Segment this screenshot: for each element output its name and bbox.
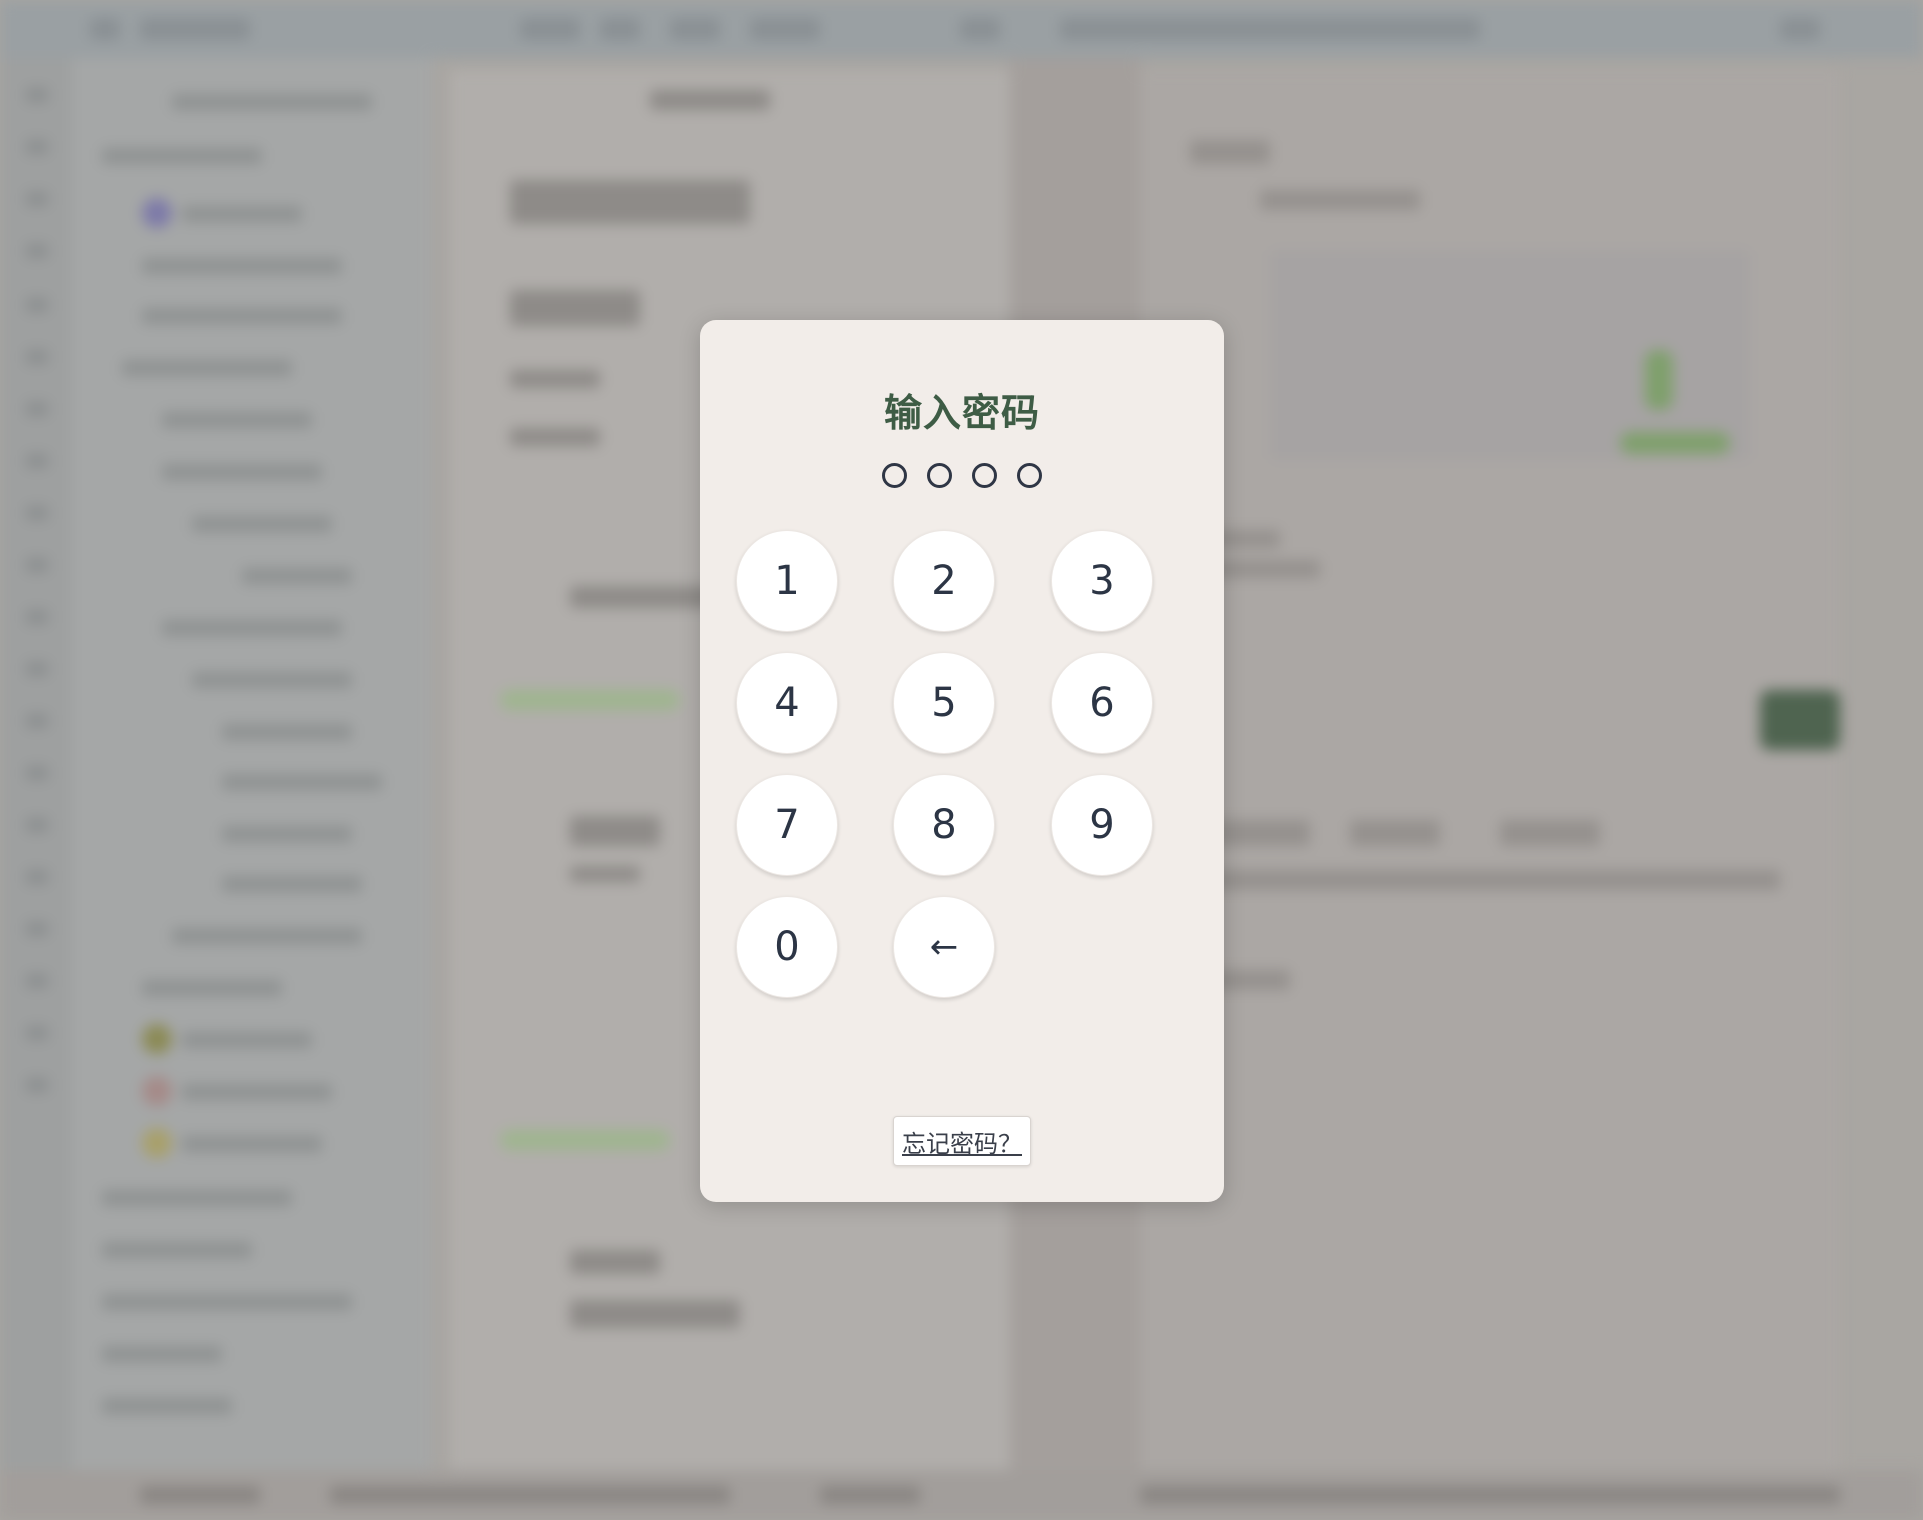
key-8[interactable]: 8: [893, 774, 995, 876]
password-dialog: 输入密码 1 2 3 4 5 6 7 8 9 0 ← 忘记密码？: [700, 320, 1224, 1202]
pin-dot: [972, 463, 997, 488]
key-2[interactable]: 2: [893, 530, 995, 632]
background-statusbar: [0, 1470, 1923, 1520]
background-detail-panel: [1140, 70, 1840, 1490]
key-6[interactable]: 6: [1051, 652, 1153, 754]
pin-dot: [927, 463, 952, 488]
pin-dot: [882, 463, 907, 488]
key-7[interactable]: 7: [736, 774, 838, 876]
pin-indicator: [700, 463, 1224, 488]
backspace-key[interactable]: ←: [893, 896, 995, 998]
key-0[interactable]: 0: [736, 896, 838, 998]
key-3[interactable]: 3: [1051, 530, 1153, 632]
key-4[interactable]: 4: [736, 652, 838, 754]
background-sidebar: [72, 58, 432, 1520]
background-toolbar: [0, 0, 1923, 58]
forgot-password-button[interactable]: 忘记密码？: [893, 1116, 1031, 1166]
key-5[interactable]: 5: [893, 652, 995, 754]
key-9[interactable]: 9: [1051, 774, 1153, 876]
key-1[interactable]: 1: [736, 530, 838, 632]
background-rail: [0, 58, 72, 1520]
dialog-title: 输入密码: [883, 391, 1040, 435]
pin-dot: [1017, 463, 1042, 488]
